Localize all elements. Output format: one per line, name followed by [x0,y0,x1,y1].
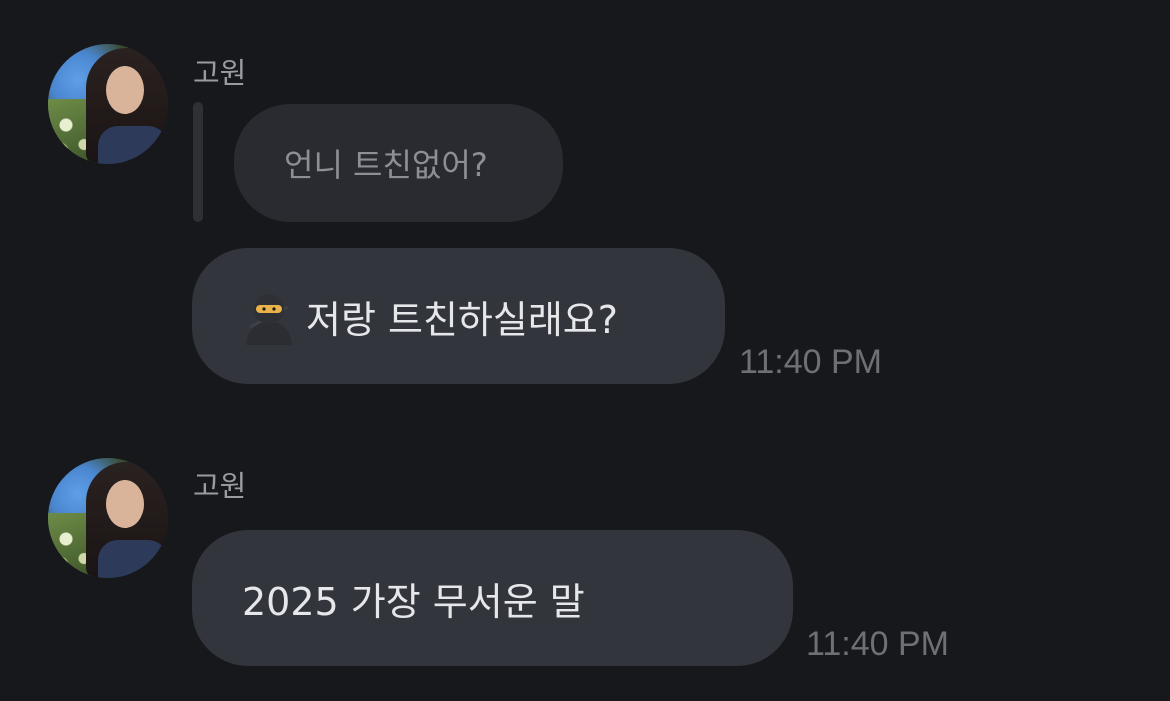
avatar[interactable] [48,44,168,164]
sender-name: 고원 [193,56,247,90]
reply-quote-bubble[interactable]: 언니 트친없어? [234,104,563,222]
chat-view: 고원 언니 트친없어? 저랑 트친하실래요? 11:40 PM 고원 2025 … [0,0,1170,701]
message-bubble[interactable]: 저랑 트친하실래요? [192,248,725,384]
reply-indicator-bar [193,102,203,222]
message-timestamp: 11:40 PM [806,625,950,663]
avatar[interactable] [48,458,168,578]
message-text: 2025 가장 무서운 말 [242,579,585,624]
message-text: 저랑 트친하실래요? [306,297,618,342]
message-bubble[interactable]: 2025 가장 무서운 말 [192,530,793,666]
message-timestamp: 11:40 PM [739,343,883,381]
reply-quote-text: 언니 트친없어? [284,146,488,184]
ninja-icon [240,287,298,345]
sender-name: 고원 [193,469,247,503]
